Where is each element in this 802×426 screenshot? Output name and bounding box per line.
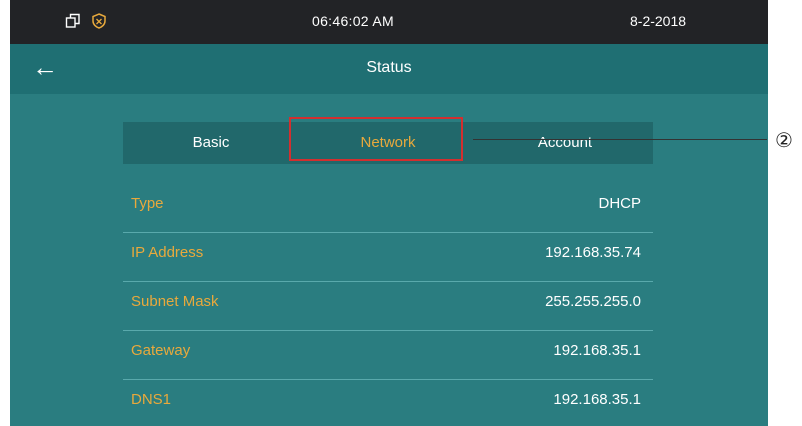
date-display: 8-2-2018 [630,13,687,29]
callout-number: ② [775,130,793,152]
clock-time: 06:46:02 AM [312,13,394,29]
device-screen: 06:46:02 AM 8-2-2018 ← Status Basic Netw… [10,0,768,426]
row-label: Subnet Mask [131,293,219,310]
row-value: 192.168.35.74 [545,244,641,261]
row-value: 192.168.35.1 [553,391,641,408]
network-info-list: Type DHCP IP Address 192.168.35.74 Subne… [123,184,653,426]
shield-icon [90,12,108,30]
row-value: 192.168.35.1 [553,342,641,359]
row-label: Gateway [131,342,191,359]
callout-line [473,139,767,140]
copy-window-icon [64,12,82,30]
title-bar: ← Status [10,44,768,94]
row-label: Type [131,195,164,212]
row-label: DNS1 [131,391,172,408]
row-value: DHCP [598,195,641,212]
list-item: DNS1 192.168.35.1 [123,380,653,426]
list-item: Subnet Mask 255.255.255.0 [123,282,653,331]
list-item: Gateway 192.168.35.1 [123,331,653,380]
row-value: 255.255.255.0 [545,293,641,310]
list-item: IP Address 192.168.35.74 [123,233,653,282]
row-label: IP Address [131,244,204,261]
tab-account[interactable]: Account [477,122,653,164]
list-item: Type DHCP [123,184,653,233]
page-title: Status [366,59,412,76]
network-tab-highlight-box [289,117,463,161]
tab-basic[interactable]: Basic [123,122,299,164]
status-bar: 06:46:02 AM 8-2-2018 [10,0,768,44]
